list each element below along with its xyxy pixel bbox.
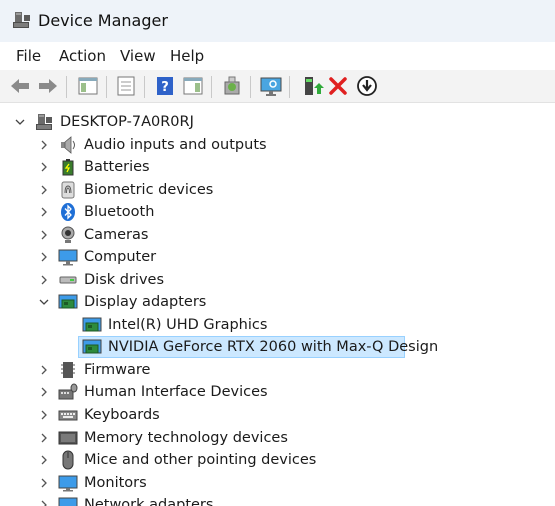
tree-item-label: Audio inputs and outputs — [84, 137, 267, 153]
tree-item-keyboards[interactable]: Keyboards — [0, 404, 555, 426]
tree-item-label: Biometric devices — [84, 182, 214, 198]
tree-item-label: Mice and other pointing devices — [84, 452, 317, 468]
toolbar-separator — [106, 76, 107, 98]
tree-item-label: Memory technology devices — [84, 430, 288, 446]
memory-icon — [58, 428, 78, 448]
toolbar-separator — [211, 76, 212, 98]
uninstall-device-icon[interactable] — [326, 74, 350, 98]
menu-view[interactable]: View — [118, 46, 158, 66]
camera-icon — [58, 225, 78, 245]
menu-help[interactable]: Help — [168, 46, 206, 66]
chevron-right-icon[interactable] — [37, 249, 51, 265]
tree-item-hid[interactable]: Human Interface Devices — [0, 381, 555, 403]
speaker-icon — [58, 135, 78, 155]
tree-item-display-adapters[interactable]: Display adapters — [0, 291, 555, 313]
toolbar: ? — [0, 70, 555, 103]
mouse-icon — [58, 450, 78, 470]
chevron-right-icon[interactable] — [37, 159, 51, 175]
display-adapter-icon — [82, 337, 102, 357]
tree-item-label: Display adapters — [84, 294, 207, 310]
action-pane-icon[interactable] — [181, 74, 205, 98]
tree-root-row[interactable]: DESKTOP-7A0R0RJ — [0, 111, 555, 133]
tree-item-label: Keyboards — [84, 407, 160, 423]
tree-item-audio[interactable]: Audio inputs and outputs — [0, 134, 555, 156]
toolbar-separator — [144, 76, 145, 98]
monitor-search-icon[interactable] — [259, 74, 283, 98]
hid-icon — [58, 382, 78, 402]
title-bar[interactable]: Device Manager — [0, 0, 555, 42]
firmware-icon — [58, 360, 78, 380]
tree-root-label: DESKTOP-7A0R0RJ — [60, 114, 194, 130]
tree-item-label: Monitors — [84, 475, 147, 491]
tree-item-label: Network adapters — [84, 497, 214, 506]
toolbar-separator — [289, 76, 290, 98]
show-hide-tree-icon[interactable] — [76, 74, 100, 98]
tree-item-firmware[interactable]: Firmware — [0, 359, 555, 381]
tree-item-label: Computer — [84, 249, 157, 265]
chevron-right-icon[interactable] — [37, 430, 51, 446]
tree-item-label: Cameras — [84, 227, 149, 243]
tree-item-label: Batteries — [84, 159, 150, 175]
tree-child-nvidia[interactable]: NVIDIA GeForce RTX 2060 with Max-Q Desig… — [0, 336, 555, 358]
tree-item-network-adapters[interactable]: Network adapters — [0, 494, 555, 506]
device-manager-window: Device Manager File Action View Help ? D… — [0, 0, 555, 506]
battery-icon — [58, 157, 78, 177]
fingerprint-icon — [58, 180, 78, 200]
chevron-down-icon[interactable] — [37, 294, 51, 310]
chevron-down-icon[interactable] — [13, 114, 27, 130]
tree-item-label: Intel(R) UHD Graphics — [108, 317, 268, 333]
update-driver-icon[interactable] — [300, 74, 324, 98]
chevron-right-icon[interactable] — [37, 407, 51, 423]
tree-item-cameras[interactable]: Cameras — [0, 224, 555, 246]
chevron-right-icon[interactable] — [37, 227, 51, 243]
bluetooth-icon — [58, 202, 78, 222]
keyboard-icon — [58, 405, 78, 425]
forward-icon[interactable] — [36, 74, 60, 98]
tree-item-label: Firmware — [84, 362, 151, 378]
tree-item-monitors[interactable]: Monitors — [0, 472, 555, 494]
chevron-right-icon[interactable] — [37, 497, 51, 506]
scan-hardware-icon[interactable] — [220, 74, 244, 98]
toolbar-separator — [250, 76, 251, 98]
chevron-right-icon[interactable] — [37, 452, 51, 468]
device-tree: DESKTOP-7A0R0RJ Audio inputs and outputs… — [0, 103, 555, 506]
network-icon — [58, 495, 78, 506]
display-adapter-icon — [82, 315, 102, 335]
display-adapter-icon — [58, 292, 78, 312]
tree-item-label: NVIDIA GeForce RTX 2060 with Max-Q Desig… — [108, 339, 439, 355]
chevron-right-icon[interactable] — [37, 362, 51, 378]
computer-root-icon — [34, 112, 54, 132]
computer-icon — [58, 247, 78, 267]
chevron-right-icon[interactable] — [37, 384, 51, 400]
menu-action[interactable]: Action — [57, 46, 108, 66]
chevron-right-icon[interactable] — [37, 182, 51, 198]
chevron-right-icon[interactable] — [37, 272, 51, 288]
tree-item-biometric[interactable]: Biometric devices — [0, 179, 555, 201]
device-manager-app-icon — [12, 10, 32, 30]
menu-bar: File Action View Help — [0, 42, 555, 70]
tree-item-label: Human Interface Devices — [84, 384, 268, 400]
chevron-right-icon[interactable] — [37, 204, 51, 220]
tree-item-bluetooth[interactable]: Bluetooth — [0, 201, 555, 223]
tree-item-computer[interactable]: Computer — [0, 246, 555, 268]
tree-item-label: Bluetooth — [84, 204, 155, 220]
toolbar-separator — [66, 76, 67, 98]
chevron-right-icon[interactable] — [37, 475, 51, 491]
properties-icon[interactable] — [114, 74, 138, 98]
tree-item-label: Disk drives — [84, 272, 165, 288]
svg-text:?: ? — [161, 80, 169, 95]
menu-file[interactable]: File — [14, 46, 43, 66]
tree-child-intel-uhd[interactable]: Intel(R) UHD Graphics — [0, 314, 555, 336]
window-title: Device Manager — [38, 11, 168, 30]
tree-item-batteries[interactable]: Batteries — [0, 156, 555, 178]
tree-item-disk-drives[interactable]: Disk drives — [0, 269, 555, 291]
help-icon[interactable]: ? — [153, 74, 177, 98]
disk-icon — [58, 270, 78, 290]
tree-item-memory-technology[interactable]: Memory technology devices — [0, 427, 555, 449]
back-icon[interactable] — [8, 74, 32, 98]
disable-device-icon[interactable] — [355, 74, 379, 98]
tree-item-mice[interactable]: Mice and other pointing devices — [0, 449, 555, 471]
monitor-icon — [58, 473, 78, 493]
chevron-right-icon[interactable] — [37, 137, 51, 153]
